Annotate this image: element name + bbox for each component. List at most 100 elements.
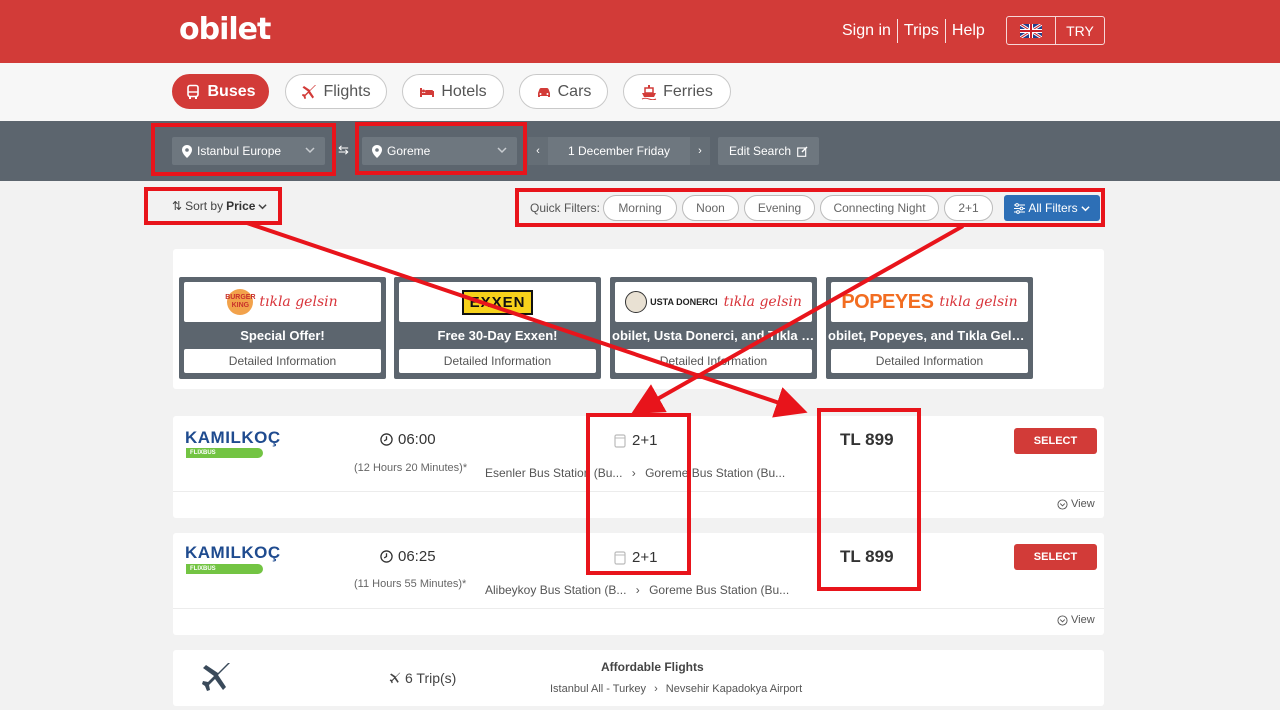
swap-icon[interactable]: ⇆: [338, 142, 349, 158]
edit-search-label: Edit Search: [728, 144, 792, 158]
route-from: Esenler Bus Station (Bu...: [485, 466, 623, 480]
sign-in-link[interactable]: Sign in: [836, 19, 897, 43]
trips-link[interactable]: Trips: [898, 19, 945, 43]
product-tabs: Buses Flights Hotels Cars Ferries: [0, 63, 1280, 121]
filter-chip-morning[interactable]: Morning: [603, 195, 677, 221]
promo-card[interactable]: POPEYES tıkla gelsin obilet, Popeyes, an…: [826, 277, 1033, 379]
date-value[interactable]: 1 December Friday: [548, 144, 690, 158]
usta-donerci-logo: USTA DONERCI: [625, 291, 718, 313]
promo-title: Special Offer!: [240, 328, 325, 343]
filter-chip-connecting-night[interactable]: Connecting Night: [820, 195, 939, 221]
tab-label: Ferries: [663, 82, 713, 100]
view-details-button[interactable]: View: [1057, 498, 1095, 510]
detailed-information-button[interactable]: Detailed Information: [615, 349, 812, 373]
seat-layout: 2+1: [614, 432, 657, 449]
view-label: View: [1071, 498, 1095, 510]
trip-price: TL 899: [840, 547, 894, 566]
operator-logo: KAMILKOÇ: [185, 428, 281, 447]
trip-count-value: 6 Trip(s): [405, 670, 457, 686]
tikla-gelsin-logo: tıkla gelsin: [723, 294, 802, 310]
edit-search-button[interactable]: Edit Search: [718, 137, 819, 165]
flixbus-badge: FLIXBUS: [186, 564, 263, 574]
tab-hotels[interactable]: Hotels: [402, 74, 504, 109]
sort-prefix: Sort by: [185, 199, 224, 213]
obilet-logo[interactable]: obilet: [179, 12, 271, 47]
usta-donerci-text: USTA DONERCI: [650, 297, 718, 307]
tab-label: Buses: [207, 82, 256, 100]
route-arrow-icon: ›: [635, 583, 640, 597]
promo-title: obilet, Popeyes, and Tıkla Gelsin...: [828, 328, 1031, 343]
filter-sliders-icon: [1014, 202, 1026, 214]
select-button[interactable]: SELECT: [1014, 428, 1097, 454]
seat-layout-value: 2+1: [632, 549, 658, 566]
location-pin-icon: [182, 144, 192, 158]
detailed-information-button[interactable]: Detailed Information: [184, 349, 381, 373]
filter-chip-evening[interactable]: Evening: [744, 195, 815, 221]
detailed-information-button[interactable]: Detailed Information: [831, 349, 1028, 373]
promo-logos: USTA DONERCI tıkla gelsin: [615, 282, 812, 322]
quick-filters-label: Quick Filters:: [530, 201, 601, 215]
flight-from: Istanbul All - Turkey: [550, 683, 646, 695]
divider: [173, 608, 1104, 609]
seat-icon: [614, 550, 626, 565]
sort-value: Price: [226, 199, 256, 213]
all-filters-button[interactable]: All Filters: [1004, 195, 1100, 221]
header-links: Sign in Trips Help: [836, 19, 991, 43]
uk-flag-icon[interactable]: [1007, 17, 1056, 44]
promo-card[interactable]: EXXEN Free 30-Day Exxen! Detailed Inform…: [394, 277, 601, 379]
promo-card[interactable]: USTA DONERCI tıkla gelsin obilet, Usta D…: [610, 277, 817, 379]
chevron-circle-icon: [1057, 614, 1068, 626]
tikla-gelsin-logo: tıkla gelsin: [939, 294, 1018, 310]
promo-title: Free 30-Day Exxen!: [437, 328, 558, 343]
origin-value: Istanbul Europe: [197, 144, 282, 158]
flight-trip-count: 6 Trip(s): [389, 670, 456, 686]
origin-select[interactable]: Istanbul Europe: [172, 137, 325, 165]
view-details-button[interactable]: View: [1057, 614, 1095, 626]
tab-label: Hotels: [441, 82, 487, 100]
plane-icon: [389, 672, 401, 684]
exxen-logo: EXXEN: [461, 289, 534, 315]
trip-route: Alibeykoy Bus Station (B... › Goreme Bus…: [485, 583, 789, 597]
ferry-icon: [641, 84, 657, 100]
language-currency-selector[interactable]: TRY: [1006, 16, 1105, 45]
affordable-flights-card[interactable]: 6 Trip(s) Affordable Flights Istanbul Al…: [173, 650, 1104, 706]
tikla-gelsin-logo: tıkla gelsin: [259, 294, 338, 310]
sort-arrows-icon: ⇅: [172, 199, 183, 213]
previous-day-button[interactable]: ‹: [528, 137, 548, 165]
promo-card[interactable]: BURGER KING tıkla gelsin Special Offer! …: [179, 277, 386, 379]
tab-buses[interactable]: Buses: [172, 74, 269, 109]
promo-logos: BURGER KING tıkla gelsin: [184, 282, 381, 322]
operator-logo: KAMILKOÇ: [185, 543, 281, 562]
departure-time-value: 06:00: [398, 431, 436, 448]
promo-title: obilet, Usta Donerci, and Tıkla G...: [612, 328, 815, 343]
flight-promo-title: Affordable Flights: [601, 660, 704, 674]
sort-dropdown[interactable]: ⇅ Sort by Price: [172, 199, 268, 213]
destination-value: Goreme: [387, 144, 431, 158]
car-icon: [537, 87, 550, 97]
currency-button[interactable]: TRY: [1056, 17, 1104, 44]
departure-time: 06:00: [380, 431, 436, 448]
chef-face-icon: [625, 291, 648, 313]
tab-label: Cars: [557, 82, 592, 100]
chevron-down-icon: [497, 147, 507, 154]
filter-chip-2plus1[interactable]: 2+1: [944, 195, 993, 221]
departure-time-value: 06:25: [398, 548, 436, 565]
flight-route: Istanbul All - Turkey › Nevsehir Kapadok…: [550, 683, 802, 695]
help-link[interactable]: Help: [946, 19, 991, 43]
clock-icon: [380, 433, 393, 446]
filter-chip-noon[interactable]: Noon: [682, 195, 739, 221]
chevron-down-icon: [305, 147, 315, 154]
trip-card[interactable]: KAMILKOÇ FLIXBUS 06:00 (12 Hours 20 Minu…: [173, 416, 1104, 518]
tab-label: Flights: [323, 82, 371, 100]
select-button[interactable]: SELECT: [1014, 544, 1097, 570]
bed-icon: [420, 87, 435, 97]
destination-select[interactable]: Goreme: [362, 137, 517, 165]
clock-icon: [380, 550, 393, 563]
trip-card[interactable]: KAMILKOÇ FLIXBUS 06:25 (11 Hours 55 Minu…: [173, 533, 1104, 635]
detailed-information-button[interactable]: Detailed Information: [399, 349, 596, 373]
seat-icon: [614, 433, 626, 448]
tab-cars[interactable]: Cars: [519, 74, 608, 109]
next-day-button[interactable]: ›: [690, 137, 710, 165]
tab-ferries[interactable]: Ferries: [623, 74, 731, 109]
tab-flights[interactable]: Flights: [285, 74, 387, 109]
